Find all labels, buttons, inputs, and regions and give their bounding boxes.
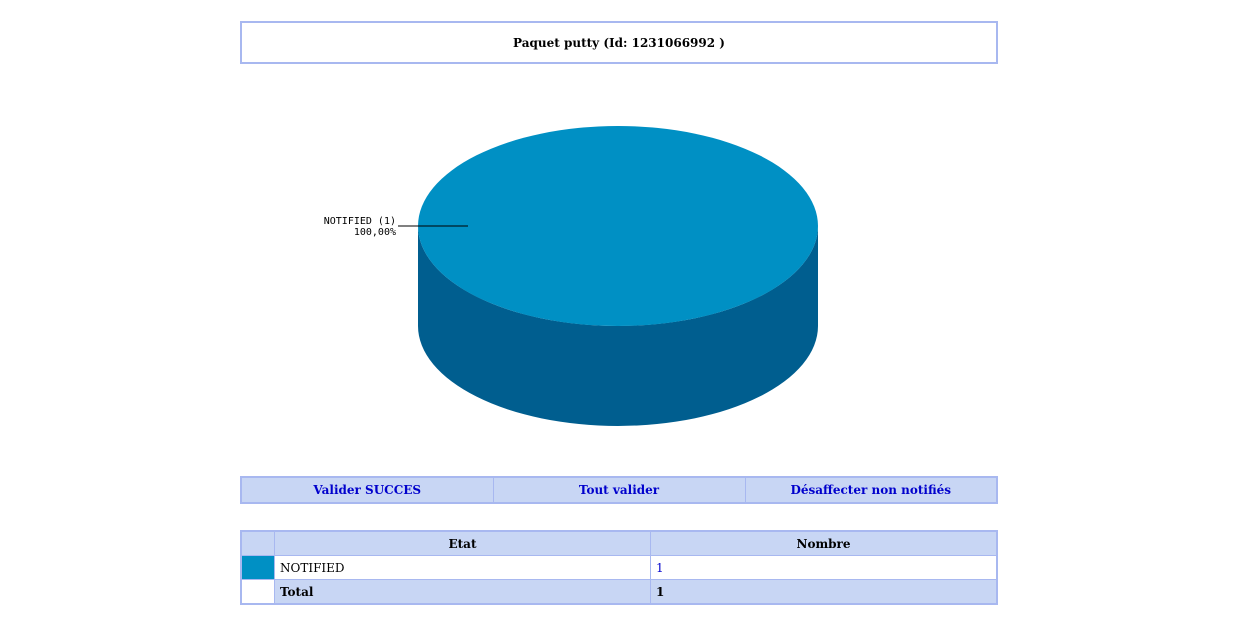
status-table: Etat Nombre NOTIFIED 1 Total 1 <box>240 530 998 605</box>
action-bar: Valider SUCCES Tout valider Désaffecter … <box>240 476 998 504</box>
table-row: NOTIFIED 1 <box>240 555 998 580</box>
table-total-row: Total 1 <box>240 579 998 605</box>
unassign-unnotified-link[interactable]: Désaffecter non notifiés <box>744 476 998 504</box>
nombre-column-header: Nombre <box>650 530 998 556</box>
row-color-swatch <box>240 555 275 580</box>
row-etat: NOTIFIED <box>274 555 651 580</box>
pie-slice-top <box>418 126 818 326</box>
row-nombre[interactable]: 1 <box>656 561 664 575</box>
total-value: 1 <box>650 579 998 605</box>
total-swatch <box>240 579 275 605</box>
total-label: Total <box>274 579 651 605</box>
color-column-header <box>240 530 275 556</box>
etat-column-header: Etat <box>274 530 651 556</box>
validate-success-link[interactable]: Valider SUCCES <box>240 476 494 504</box>
pie-slice-label: NOTIFIED (1) <box>324 216 396 227</box>
pie-slice-percent: 100,00% <box>354 227 396 238</box>
pie-chart: NOTIFIED (1) 100,00% <box>324 126 818 426</box>
validate-all-link[interactable]: Tout valider <box>492 476 746 504</box>
row-nombre-link[interactable]: 1 <box>650 555 998 580</box>
